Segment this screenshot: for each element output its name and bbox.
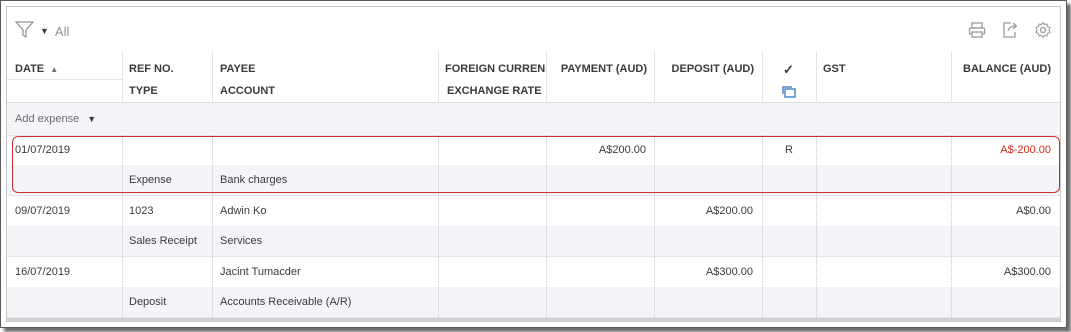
column-header-deposit[interactable]: DEPOSIT (AUD) [654, 63, 755, 75]
row-balance: A$300.00 [1003, 266, 1051, 278]
filter-icon[interactable] [14, 20, 35, 42]
column-divider [762, 51, 763, 102]
column-header-gst[interactable]: GST [823, 63, 846, 75]
column-divider [951, 135, 952, 318]
column-divider [654, 135, 655, 318]
toolbar-icons [968, 21, 1052, 39]
row-account: Services [220, 235, 263, 247]
cleared-check-icon[interactable]: ✓ [762, 62, 815, 78]
column-divider [654, 51, 655, 102]
register-toolbar: ▼ All [7, 7, 1060, 51]
settings-gear-icon[interactable] [1034, 21, 1052, 39]
chevron-down-icon[interactable]: ▼ [40, 26, 49, 36]
column-divider [212, 51, 213, 102]
column-divider [762, 135, 763, 318]
print-icon[interactable] [968, 21, 986, 39]
row-type: Deposit [129, 296, 167, 308]
row-balance: A$0.00 [1016, 205, 1051, 217]
table-row[interactable]: 09/07/2019 1023 Sales Receipt Adwin Ko S… [7, 196, 1060, 257]
export-icon[interactable] [1001, 21, 1019, 39]
chevron-down-icon[interactable]: ▼ [87, 114, 96, 124]
row-date: 16/07/2019 [15, 266, 71, 278]
add-expense-label: Add expense [15, 113, 80, 125]
table-header: DATE ▲ REF NO. TYPE PAYEE ACCOUNT FOREIG… [7, 51, 1060, 103]
row-balance: A$-200.00 [1000, 144, 1051, 156]
table-row[interactable]: 16/07/2019 Deposit Jacint Tumacder Accou… [7, 257, 1060, 318]
register-panel: ▼ All DATE ▲ REF NO. TYPE PAYEE ACCOUNT … [6, 6, 1061, 322]
register-window: ▼ All DATE ▲ REF NO. TYPE PAYEE ACCOUNT … [0, 0, 1067, 328]
column-header-foreign-currency[interactable]: FOREIGN CURRENC [445, 63, 545, 75]
row-account: Bank charges [220, 174, 288, 186]
column-divider [212, 135, 213, 318]
column-divider [546, 51, 547, 102]
filter-dropdown[interactable]: ▼ All [14, 20, 70, 42]
column-divider [546, 135, 547, 318]
column-header-payment[interactable]: PAYMENT (AUD) [547, 63, 647, 75]
row-cleared-status[interactable]: R [762, 144, 816, 156]
column-divider [816, 135, 817, 318]
column-divider [122, 51, 123, 102]
column-header-date[interactable]: DATE ▲ [15, 63, 58, 75]
column-divider [816, 51, 817, 102]
row-ref-no: 1023 [129, 205, 154, 217]
column-header-balance[interactable]: BALANCE (AUD) [951, 63, 1051, 75]
column-header-account[interactable]: ACCOUNT [220, 85, 275, 97]
row-deposit: A$200.00 [705, 205, 753, 217]
row-type: Expense [129, 174, 172, 186]
column-divider [951, 51, 952, 102]
column-header-type[interactable]: TYPE [129, 85, 158, 97]
row-payment: A$200.00 [598, 144, 646, 156]
column-divider [438, 135, 439, 318]
sort-ascending-icon: ▲ [50, 65, 59, 74]
table-row[interactable]: 01/07/2019 Expense Bank charges A$200.00… [7, 135, 1060, 196]
row-date: 09/07/2019 [15, 205, 71, 217]
filter-label: All [54, 23, 70, 39]
row-payee: Adwin Ko [220, 205, 267, 217]
add-expense-dropdown[interactable]: Add expense ▼ [15, 113, 96, 125]
row-date: 01/07/2019 [15, 144, 71, 156]
row-deposit: A$300.00 [705, 266, 753, 278]
bottom-scroll-edge [7, 318, 1060, 321]
column-divider [122, 135, 123, 318]
add-expense-row: Add expense ▼ [7, 103, 1060, 136]
column-header-payee[interactable]: PAYEE [220, 63, 255, 75]
copy-icon[interactable] [781, 85, 797, 104]
header-row-divider [7, 79, 122, 80]
column-header-ref-no[interactable]: REF NO. [129, 63, 174, 75]
row-type: Sales Receipt [129, 235, 197, 247]
column-header-exchange-rate[interactable]: EXCHANGE RATE [447, 85, 542, 97]
column-divider [438, 51, 439, 102]
row-account: Accounts Receivable (A/R) [220, 296, 352, 308]
date-header-label: DATE [15, 63, 45, 75]
row-payee: Jacint Tumacder [220, 266, 301, 278]
